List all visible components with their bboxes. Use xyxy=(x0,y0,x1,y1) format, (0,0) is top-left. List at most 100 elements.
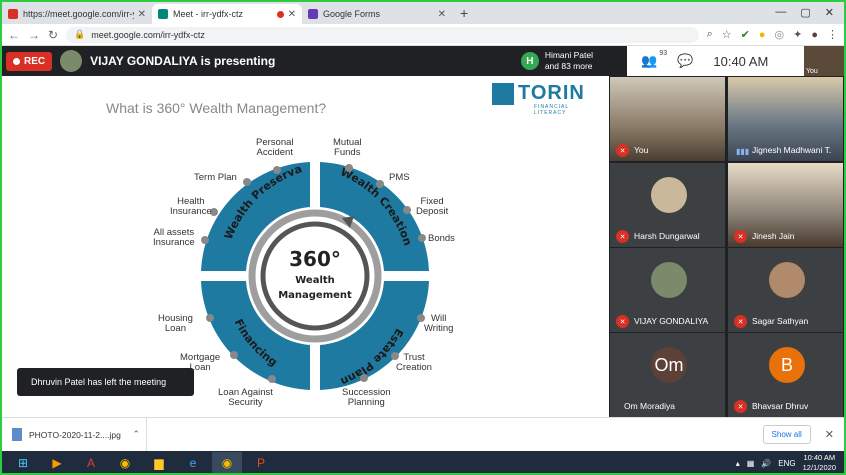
tab-meet[interactable]: Meet - irr-ydfx-ctz ✕ xyxy=(152,4,302,24)
center-management: Management xyxy=(278,290,352,301)
lock-icon: 🔒 xyxy=(74,29,86,39)
star-icon[interactable]: ☆ xyxy=(722,28,732,41)
chrome-active-icon[interactable]: ◉ xyxy=(212,452,242,473)
center-wealth: Wealth xyxy=(295,275,335,286)
address-bar: ← → ↻ 🔒 meet.google.com/irr-ydfx-ctz ⌕ ☆… xyxy=(2,24,844,46)
close-icon[interactable]: ✕ xyxy=(825,428,834,441)
participant-grid: ✕ You ▮▮▮ Jignesh Madhwani T. ✕ Harsh Du… xyxy=(609,76,844,417)
forward-icon[interactable]: → xyxy=(28,28,40,42)
download-item[interactable]: PHOTO-2020-11-2....jpg ⌃ xyxy=(12,417,147,452)
label-all-assets-insurance: All assets Insurance xyxy=(153,227,195,248)
reload-icon[interactable]: ↻ xyxy=(48,28,58,42)
avatar xyxy=(769,262,805,298)
label-succession-planning: Succession Planning xyxy=(342,387,391,408)
label-personal-accident: Personal Accident xyxy=(256,137,294,158)
maximize-button[interactable]: ▢ xyxy=(800,6,810,19)
others-count: and 83 more xyxy=(544,61,593,71)
participant-tile[interactable]: Om Om Moradiya xyxy=(610,333,725,417)
avatar xyxy=(651,177,687,213)
participants-summary[interactable]: H Himani Patel and 83 more xyxy=(520,50,593,72)
new-tab-button[interactable]: + xyxy=(452,5,476,24)
chat-icon[interactable]: 💬 xyxy=(677,53,693,69)
back-icon[interactable]: ← xyxy=(8,28,20,42)
close-icon[interactable]: ✕ xyxy=(288,9,296,20)
gmail-icon xyxy=(8,9,18,19)
participant-tile[interactable]: ✕ VIJAY GONDALIYA xyxy=(610,248,725,332)
acrobat-icon[interactable]: A xyxy=(76,452,106,473)
participant-tile[interactable]: ✕ Sagar Sathyan xyxy=(728,248,843,332)
participant-name: Jignesh Madhwani T. xyxy=(752,145,832,155)
windows-taskbar: ⊞ ▶ A ◉ ▆ e ◉ P ▴ ▦ 🔊 ENG 10:40 AM 12/1/… xyxy=(2,451,844,473)
label-trust-creation: Trust Creation xyxy=(396,352,432,373)
label-health-insurance: Health Insurance xyxy=(170,196,212,217)
meet-clock: 10:40 AM xyxy=(713,53,769,69)
search-icon[interactable]: ⌕ xyxy=(707,28,713,41)
url-text: meet.google.com/irr-ydfx-ctz xyxy=(91,29,205,40)
participant-tile[interactable]: ✕ Harsh Dungarwal xyxy=(610,163,725,247)
mic-off-icon: ✕ xyxy=(734,400,747,413)
profile-icon[interactable]: ● xyxy=(811,29,818,41)
people-icon[interactable]: 👥 93 xyxy=(641,50,667,69)
chrome-icon[interactable]: ◎ xyxy=(775,28,785,41)
close-icon[interactable]: ✕ xyxy=(438,9,446,20)
others-name: Himani Patel xyxy=(544,50,593,60)
media-player-icon[interactable]: ▶ xyxy=(42,452,72,473)
participant-name: Om Moradiya xyxy=(624,401,676,411)
network-icon[interactable]: ▦ xyxy=(747,459,755,468)
folder-icon[interactable]: ▆ xyxy=(144,452,174,473)
puzzle-icon[interactable]: ✦ xyxy=(793,28,802,41)
forms-icon xyxy=(308,9,318,19)
participant-tile[interactable]: ✕ Jinesh Jain xyxy=(728,163,843,247)
internet-explorer-icon[interactable]: e xyxy=(178,452,208,473)
system-tray: ▴ ▦ 🔊 ENG 10:40 AM 12/1/2020 xyxy=(736,453,844,473)
window-controls: — ▢ ✕ xyxy=(765,6,844,24)
label-pms: PMS xyxy=(389,172,410,183)
show-all-button[interactable]: Show all xyxy=(762,425,811,444)
label-term-plan: Term Plan xyxy=(194,172,237,183)
participant-count: 93 xyxy=(659,50,668,57)
menu-icon[interactable]: ⋮ xyxy=(827,28,838,41)
tab-meet-url[interactable]: https://meet.google.com/irr-ydfx ✕ xyxy=(2,4,152,24)
check-icon[interactable]: ✔ xyxy=(741,28,750,41)
mic-off-icon: ✕ xyxy=(616,315,629,328)
notification-toast: Dhruvin Patel has left the meeting xyxy=(17,368,194,396)
tab-google-forms[interactable]: Google Forms ✕ xyxy=(302,4,452,24)
mic-off-icon: ✕ xyxy=(616,144,629,157)
close-icon[interactable]: ✕ xyxy=(138,9,146,20)
meet-controls: 👥 93 💬 10:40 AM You xyxy=(627,46,844,76)
taskbar-date: 12/1/2020 xyxy=(802,463,836,472)
chevron-up-icon[interactable]: ▴ xyxy=(736,459,740,468)
url-input[interactable]: 🔒 meet.google.com/irr-ydfx-ctz xyxy=(66,26,699,43)
participant-name: Jinesh Jain xyxy=(752,231,795,241)
chrome-icon[interactable]: ◉ xyxy=(110,452,140,473)
presenter-avatar xyxy=(60,50,83,72)
participant-tile[interactable]: ✕ You xyxy=(610,77,725,161)
avatar: Om xyxy=(651,347,687,383)
self-view-thumbnail[interactable]: You xyxy=(804,46,844,76)
mic-on-icon: ▮▮▮ xyxy=(736,147,750,156)
chevron-up-icon[interactable]: ⌃ xyxy=(132,429,140,440)
participant-name: You xyxy=(634,145,649,155)
powerpoint-icon[interactable]: P xyxy=(246,452,276,473)
participant-tile[interactable]: B ✕ Bhavsar Dhruv xyxy=(728,333,843,417)
taskbar-clock[interactable]: 10:40 AM 12/1/2020 xyxy=(803,453,836,473)
download-shelf: PHOTO-2020-11-2....jpg ⌃ Show all ✕ xyxy=(2,417,844,452)
extensions: ⌕ ☆ ✔ ● ◎ ✦ ● ⋮ xyxy=(707,28,838,41)
record-icon xyxy=(13,57,20,65)
center-360: 360° xyxy=(289,247,341,271)
rec-badge: REC xyxy=(6,51,53,71)
volume-icon[interactable]: 🔊 xyxy=(761,459,771,468)
participant-name: Harsh Dungarwal xyxy=(634,231,700,241)
label-fixed-deposit: Fixed Deposit xyxy=(416,196,449,217)
self-label: You xyxy=(806,68,818,75)
presenting-text: VIJAY GONDALIYA is presenting xyxy=(90,54,276,68)
label-will-writing: Will Writing xyxy=(424,313,454,334)
minimize-button[interactable]: — xyxy=(775,6,786,19)
label-loan-against-security: Loan Against Security xyxy=(218,387,273,408)
close-window-button[interactable]: ✕ xyxy=(825,6,834,19)
participant-tile[interactable]: ▮▮▮ Jignesh Madhwani T. xyxy=(728,77,843,161)
rec-label: REC xyxy=(24,55,46,67)
language-indicator[interactable]: ENG xyxy=(778,459,795,468)
start-icon[interactable]: ⊞ xyxy=(8,452,38,473)
extension-circle-icon[interactable]: ● xyxy=(759,29,766,41)
